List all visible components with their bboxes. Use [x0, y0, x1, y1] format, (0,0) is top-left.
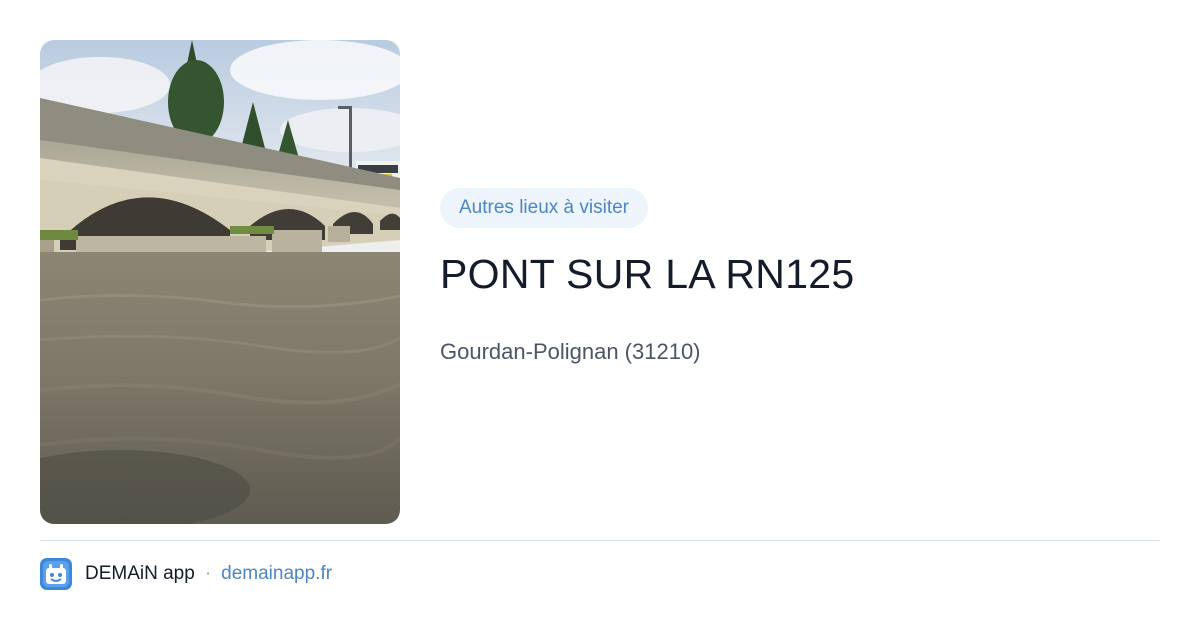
place-info: Autres lieux à visiter PONT SUR LA RN125… — [440, 188, 1160, 366]
place-photo — [40, 40, 400, 524]
footer-divider — [40, 540, 1160, 541]
place-location: Gourdan-Polignan (31210) — [440, 339, 701, 364]
footer: DEMAiN app · demainapp.fr — [40, 558, 332, 590]
site-link[interactable]: demainapp.fr — [221, 563, 332, 585]
share-card: Autres lieux à visiter PONT SUR LA RN125… — [0, 0, 1200, 630]
demain-app-icon — [40, 558, 72, 590]
place-title: PONT SUR LA RN125 — [440, 251, 855, 297]
bridge-photo-icon — [40, 40, 400, 524]
category-badge[interactable]: Autres lieux à visiter — [440, 188, 649, 228]
brand-name: DEMAiN app — [85, 563, 195, 584]
footer-separator: · — [204, 563, 212, 584]
